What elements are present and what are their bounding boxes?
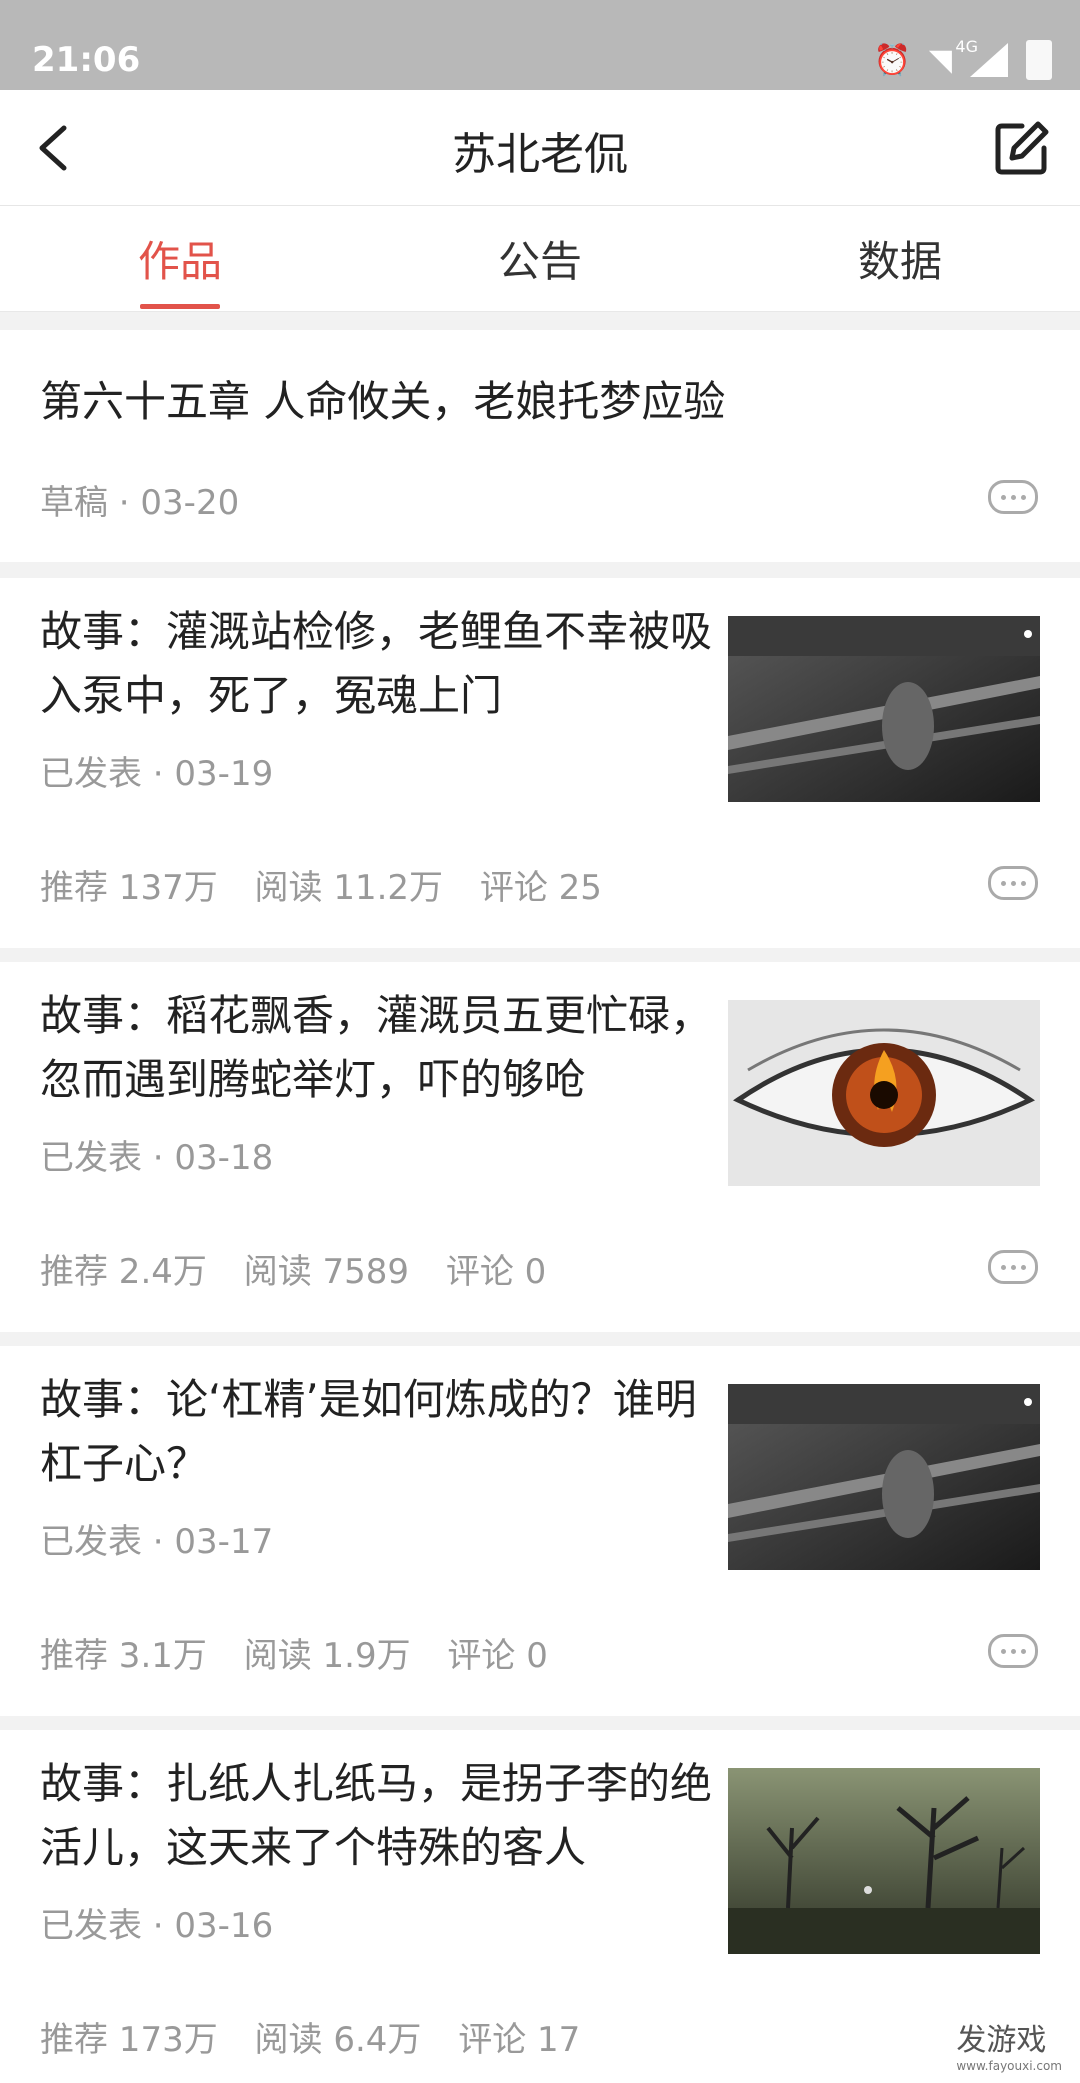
more-options-button[interactable]	[988, 480, 1038, 514]
dead-trees-photo	[728, 1768, 1040, 1954]
status-bar: 21:06 ⏰ ◥ 4G	[0, 0, 1080, 90]
item-title: 故事：稻花飘香，灌溉员五更忙碌，忽而遇到腾蛇举灯，吓的够呛	[40, 991, 713, 1104]
night-railing-photo	[728, 616, 1040, 802]
item-meta: 已发表 · 03-17	[40, 1522, 274, 1562]
night-railing-photo	[728, 1384, 1040, 1570]
item-meta: 草稿 · 03-20	[40, 483, 240, 523]
wifi-icon: ◥	[928, 42, 952, 78]
item-stats: 推荐 3.1万 阅读 1.9万 评论 0	[40, 1628, 574, 1677]
list-item[interactable]: 故事：灌溉站检修，老鲤鱼不幸被吸入泵中，死了，冤魂上门 已发表 · 03-19 …	[0, 578, 1080, 948]
item-thumbnail	[728, 616, 1040, 802]
comment-count: 评论 0	[445, 1252, 547, 1292]
item-thumbnail	[728, 1384, 1040, 1570]
tab-announcements[interactable]: 公告	[360, 228, 720, 289]
item-stats: 推荐 173万 阅读 6.4万 评论 17	[40, 2012, 606, 2061]
page-title: 苏北老侃	[452, 129, 628, 180]
tab-works[interactable]: 作品	[0, 228, 360, 289]
read-count: 阅读 1.9万	[243, 1636, 411, 1676]
recommend-count: 推荐 137万	[40, 868, 218, 908]
network-type: 4G	[955, 37, 978, 56]
watermark: 发游戏 www.fayouxi.com	[956, 2015, 1062, 2073]
comment-count: 评论 17	[458, 2020, 581, 2060]
comment-count: 评论 25	[479, 868, 602, 908]
fire-eye-photo	[728, 1000, 1040, 1186]
item-title: 故事：灌溉站检修，老鲤鱼不幸被吸入泵中，死了，冤魂上门	[40, 607, 713, 720]
tab-data[interactable]: 数据	[720, 228, 1080, 289]
alarm-icon: ⏰	[873, 42, 911, 78]
more-options-button[interactable]	[988, 1250, 1038, 1284]
recommend-count: 推荐 2.4万	[40, 1252, 207, 1292]
watermark-url: www.fayouxi.com	[956, 2059, 1062, 2073]
battery-icon	[1026, 40, 1052, 80]
item-meta: 已发表 · 03-16	[40, 1906, 274, 1946]
item-meta: 已发表 · 03-18	[40, 1138, 274, 1178]
item-thumbnail	[728, 1000, 1040, 1186]
nav-bar: 苏北老侃	[0, 90, 1080, 206]
item-stats: 推荐 2.4万 阅读 7589 评论 0	[40, 1244, 572, 1293]
edit-button[interactable]	[992, 118, 1052, 178]
item-title: 第六十五章 人命攸关，老娘托梦应验	[40, 377, 726, 426]
status-icons: ⏰ ◥ 4G	[873, 37, 1052, 80]
edit-icon	[995, 121, 1049, 175]
item-title: 故事：论‘杠精’是如何炼成的？谁明杠子心？	[40, 1375, 697, 1488]
list-item[interactable]: 故事：稻花飘香，灌溉员五更忙碌，忽而遇到腾蛇举灯，吓的够呛 已发表 · 03-1…	[0, 962, 1080, 1332]
item-title: 故事：扎纸人扎纸马，是拐子李的绝活儿，这天来了个特殊的客人	[40, 1759, 713, 1872]
item-thumbnail	[728, 1768, 1040, 1954]
comment-count: 评论 0	[447, 1636, 548, 1676]
recommend-count: 推荐 173万	[40, 2020, 218, 2060]
more-options-button[interactable]	[988, 866, 1038, 900]
read-count: 阅读 11.2万	[254, 868, 444, 908]
tab-bar: 作品 公告 数据	[0, 206, 1080, 312]
list-item[interactable]: 故事：扎纸人扎纸马，是拐子李的绝活儿，这天来了个特殊的客人 已发表 · 03-1…	[0, 1730, 1080, 2083]
signal-icon: 4G	[955, 37, 1008, 77]
tab-indicator	[140, 304, 220, 309]
more-options-button[interactable]	[988, 1634, 1038, 1668]
item-meta: 已发表 · 03-19	[40, 754, 274, 794]
list-item[interactable]: 第六十五章 人命攸关，老娘托梦应验 草稿 · 03-20	[0, 330, 1080, 562]
watermark-name: 发游戏	[956, 2023, 1047, 2058]
read-count: 阅读 6.4万	[254, 2020, 422, 2060]
item-stats: 推荐 137万 阅读 11.2万 评论 25	[40, 860, 628, 909]
read-count: 阅读 7589	[243, 1252, 410, 1292]
recommend-count: 推荐 3.1万	[40, 1636, 207, 1676]
list-item[interactable]: 故事：论‘杠精’是如何炼成的？谁明杠子心？ 已发表 · 03-17 推荐 3.1…	[0, 1346, 1080, 1716]
status-time: 21:06	[32, 40, 141, 80]
